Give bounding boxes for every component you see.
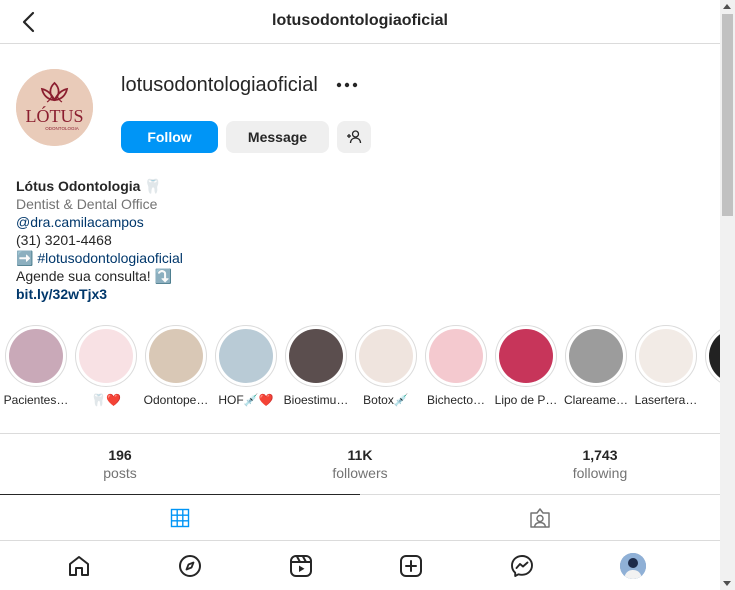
highlight-cover [359,329,413,383]
new-post-icon[interactable] [399,554,423,578]
message-button[interactable]: Message [226,121,329,153]
highlight-label: HOF💉❤️ [218,393,274,407]
profile-stats: 196 posts 11K followers 1,743 following [0,433,720,495]
page-title: lotusodontologiaoficial [272,12,448,29]
highlight-item[interactable]: Or [700,325,720,407]
grid-icon [170,508,190,527]
highlight-label: Clareame… [563,393,629,407]
following-count-value: 1,743 [582,447,618,463]
followers-count[interactable]: 11K followers [240,446,480,482]
bio-external-link[interactable]: bit.ly/32wTjx3 [16,285,696,303]
highlight-item[interactable]: Pacientes… [0,325,72,407]
highlight-item[interactable]: Lasertera… [630,325,702,407]
highlight-item[interactable]: Bioestimu… [280,325,352,407]
highlight-item[interactable]: Lipo de P… [490,325,562,407]
highlight-cover [499,329,553,383]
tab-tagged[interactable] [360,495,720,541]
posts-count-label: posts [103,465,137,481]
profile-bio: Lótus Odontologia 🦷 Dentist & Dental Off… [16,177,696,303]
highlight-label: Pacientes… [3,393,69,407]
reels-icon[interactable] [289,554,313,578]
posts-count-value: 196 [108,447,132,463]
highlight-item[interactable]: Botox💉 [350,325,422,407]
logo-text: LÓTUS [26,105,84,126]
bottom-navigation [0,540,720,590]
following-count[interactable]: 1,743 following [480,446,720,482]
highlight-label: Lipo de P… [494,393,558,407]
highlight-cover [709,329,720,383]
highlight-label: Lasertera… [634,393,698,407]
scrollbar-thumb[interactable] [722,14,733,216]
profile-username: lotusodontologiaoficial [121,74,318,96]
highlight-item[interactable]: Clareame… [560,325,632,407]
highlight-item[interactable]: HOF💉❤️ [210,325,282,407]
add-person-icon [347,130,362,144]
highlight-cover [149,329,203,383]
top-bar: lotusodontologiaoficial [0,0,720,44]
follow-button[interactable]: Follow [121,121,218,153]
following-count-label: following [572,465,628,481]
bio-hashtag-link[interactable]: ➡️ #lotusodontologiaoficial [16,249,696,267]
highlight-item[interactable]: Bichecto… [420,325,492,407]
home-icon[interactable] [67,554,91,578]
tagged-icon [530,508,550,528]
highlight-label: Botox💉 [363,393,409,407]
scroll-up-arrow-icon[interactable] [723,4,731,9]
more-options-icon[interactable] [334,72,360,98]
highlight-label: Bioestimu… [283,393,349,407]
bio-phone: (31) 3201-4468 [16,232,112,248]
highlight-cover [289,329,343,383]
tab-posts-grid[interactable] [0,494,360,540]
bio-name: Lótus Odontologia 🦷 [16,178,162,194]
highlight-label: Or [700,393,720,407]
highlight-label: Odontope… [143,393,209,407]
posts-count[interactable]: 196 posts [0,446,240,482]
bio-cta: Agende sua consulta! ⤵️ [16,268,172,284]
logo-subtext: ODONTOLOGIA [45,126,78,131]
app-frame: lotusodontologiaoficial LÓTUS ODONTOLOGI… [0,0,720,590]
user-avatar-icon [620,553,646,579]
profile-tabs [0,494,720,540]
highlight-label: Bichecto… [426,393,486,407]
scroll-down-arrow-icon[interactable] [723,581,731,586]
highlight-cover [569,329,623,383]
lotus-logo: LÓTUS ODONTOLOGIA [16,69,93,146]
profile-avatar[interactable]: LÓTUS ODONTOLOGIA [16,69,93,146]
followers-count-value: 11K [347,447,373,463]
highlight-cover [9,329,63,383]
messenger-icon[interactable] [510,554,534,578]
highlight-item[interactable]: 🦷❤️ [70,325,142,407]
explore-icon[interactable] [178,554,202,578]
page-scrollbar[interactable] [720,0,735,590]
highlight-item[interactable]: Odontope… [140,325,212,407]
highlight-cover [219,329,273,383]
story-highlights: Pacientes… 🦷❤️ Odontope… HOF💉❤️ Bioestim… [0,325,720,415]
bio-mention-link[interactable]: @dra.camilacampos [16,213,696,231]
profile-nav-avatar[interactable] [620,553,646,579]
highlight-cover [429,329,483,383]
highlight-cover [79,329,133,383]
highlight-cover [639,329,693,383]
bio-category: Dentist & Dental Office [16,196,158,212]
followers-count-label: followers [332,465,388,481]
highlight-label: 🦷❤️ [91,393,121,407]
suggest-accounts-button[interactable] [337,121,371,153]
